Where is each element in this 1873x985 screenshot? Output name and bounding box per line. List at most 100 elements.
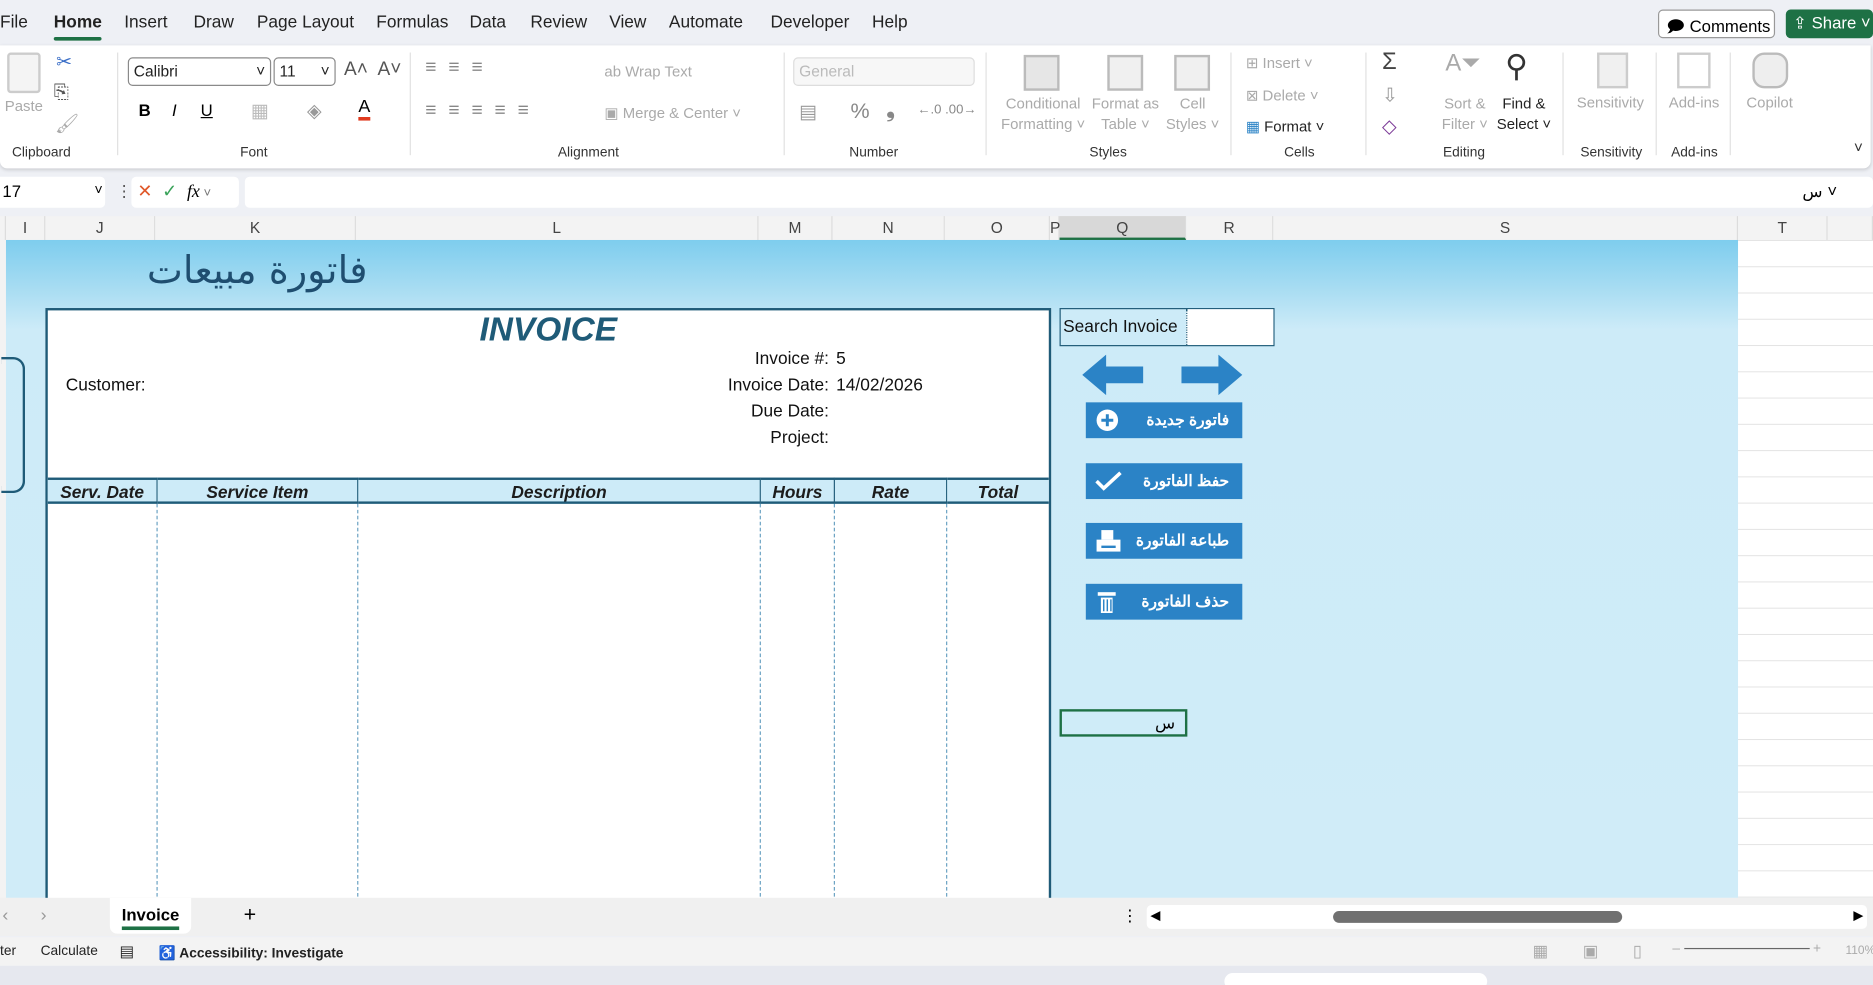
- save-invoice-button[interactable]: حفظ الفاتورة: [1085, 463, 1243, 500]
- grid-cells[interactable]: [1738, 239, 1873, 898]
- column-header-n[interactable]: N: [832, 216, 945, 240]
- insert-function-button[interactable]: fx: [187, 183, 200, 202]
- taskbar-search[interactable]: [1224, 973, 1488, 985]
- menu-file[interactable]: File: [0, 13, 28, 32]
- name-box[interactable]: 17 ˅: [0, 176, 106, 208]
- column-header-l[interactable]: L: [355, 216, 759, 240]
- borders-icon[interactable]: ▦: [251, 99, 269, 123]
- scroll-tabs-right-icon[interactable]: ›: [41, 905, 47, 925]
- column-header-k[interactable]: K: [155, 216, 356, 240]
- scroll-left-icon[interactable]: ◀: [1150, 907, 1160, 923]
- clear-icon[interactable]: ◇: [1382, 115, 1397, 139]
- horizontal-scrollbar[interactable]: ◀ ▶: [1146, 904, 1868, 929]
- paste-icon: [7, 52, 41, 94]
- format-painter-icon[interactable]: 🖌: [55, 112, 79, 136]
- enter-icon[interactable]: ✓: [162, 181, 177, 201]
- copy-icon[interactable]: ⎘: [54, 82, 69, 103]
- menu-view[interactable]: View: [609, 13, 646, 32]
- collapse-ribbon-icon[interactable]: ˅: [1854, 138, 1863, 156]
- column-header-o[interactable]: O: [944, 216, 1050, 240]
- column-header-r[interactable]: R: [1186, 216, 1274, 240]
- formula-input[interactable]: س ˅: [244, 176, 1873, 208]
- percent-button[interactable]: %: [850, 99, 869, 124]
- menu-data[interactable]: Data: [469, 13, 506, 32]
- zoom-slider[interactable]: – +: [1672, 942, 1833, 959]
- wrap-text-button[interactable]: ab Wrap Text: [604, 63, 691, 80]
- comments-button[interactable]: 🗩 Comments: [1657, 9, 1776, 39]
- font-color-icon[interactable]: A: [358, 97, 371, 121]
- cancel-icon[interactable]: ✕: [137, 181, 152, 201]
- share-button[interactable]: ⇪ Share ˅: [1785, 9, 1873, 39]
- accounting-icon[interactable]: ▤: [799, 100, 817, 124]
- font-size-select[interactable]: 11 ˅: [273, 57, 336, 86]
- accessibility-button[interactable]: ♿ Accessibility: Investigate: [159, 944, 344, 961]
- menu-draw[interactable]: Draw: [194, 13, 234, 32]
- page-break-view-icon[interactable]: ▯: [1633, 941, 1642, 961]
- print-invoice-button[interactable]: طباعة الفاتورة: [1085, 522, 1243, 559]
- conditional-formatting-button[interactable]: Conditional Formatting ˅: [1001, 94, 1085, 135]
- column-header-p[interactable]: P: [1049, 216, 1060, 240]
- merge-center-button[interactable]: ▣ Merge & Center ˅: [604, 104, 741, 122]
- sheet-tab-invoice[interactable]: Invoice: [109, 897, 192, 934]
- column-header-j[interactable]: J: [45, 216, 156, 240]
- previous-invoice-arrow-icon[interactable]: [1082, 354, 1144, 396]
- new-invoice-button[interactable]: فاتورة جديدة: [1085, 402, 1243, 439]
- sort-filter-button[interactable]: Sort & Filter ˅: [1442, 94, 1488, 135]
- menu-insert[interactable]: Insert: [124, 13, 167, 32]
- invoice-number-value[interactable]: 5: [836, 350, 846, 369]
- search-invoice-input[interactable]: [1186, 309, 1274, 346]
- increase-font-icon[interactable]: A˄: [344, 60, 368, 81]
- delete-cells-button[interactable]: ⊠ Delete ˅: [1246, 86, 1319, 104]
- calculate-button[interactable]: Calculate: [41, 944, 98, 958]
- insert-cells-button[interactable]: ⊞ Insert ˅: [1246, 54, 1313, 72]
- number-format-select[interactable]: General: [793, 57, 975, 86]
- copilot-button[interactable]: Copilot: [1746, 94, 1792, 111]
- invoice-date-value[interactable]: 14/02/2026: [836, 376, 923, 395]
- cell-styles-button[interactable]: Cell Styles ˅: [1166, 94, 1220, 135]
- decimal-icons[interactable]: ←.0 .00→: [917, 103, 976, 117]
- page-layout-view-icon[interactable]: ▣: [1583, 941, 1599, 961]
- italic-button[interactable]: I: [172, 100, 177, 119]
- column-header-q[interactable]: Q: [1059, 216, 1187, 240]
- bold-button[interactable]: B: [139, 100, 151, 119]
- more-options-icon[interactable]: ⋮: [1122, 906, 1139, 926]
- autosum-button[interactable]: Σ: [1382, 49, 1397, 76]
- find-select-button[interactable]: Find & Select ˅: [1497, 94, 1551, 135]
- fill-color-icon[interactable]: ◈: [307, 99, 322, 123]
- menu-help[interactable]: Help: [872, 13, 908, 32]
- vertical-align-icons[interactable]: ≡≡≡: [425, 57, 494, 78]
- menu-review[interactable]: Review: [530, 13, 587, 32]
- font-name-select[interactable]: Calibri ˅: [127, 57, 272, 86]
- decrease-font-icon[interactable]: A˅: [377, 60, 401, 81]
- column-header-s[interactable]: S: [1273, 216, 1739, 240]
- add-sheet-icon[interactable]: +: [244, 903, 257, 928]
- customer-label: Customer:: [65, 376, 146, 396]
- menu-page-layout[interactable]: Page Layout: [257, 13, 354, 32]
- underline-button[interactable]: U: [201, 100, 213, 119]
- column-header-m[interactable]: M: [758, 216, 833, 240]
- format-cells-button[interactable]: ▦ Format ˅: [1246, 117, 1324, 135]
- scroll-tabs-left-icon[interactable]: ‹: [2, 905, 8, 925]
- menu-developer[interactable]: Developer: [770, 13, 849, 32]
- menu-home[interactable]: Home: [53, 13, 103, 41]
- next-invoice-arrow-icon[interactable]: [1181, 354, 1243, 396]
- delete-invoice-button[interactable]: حذف الفاتورة: [1085, 583, 1243, 620]
- comma-icon[interactable]: ❟: [886, 98, 894, 123]
- addins-button[interactable]: Add-ins: [1669, 94, 1720, 111]
- menu-formulas[interactable]: Formulas: [376, 13, 448, 32]
- column-header-t[interactable]: T: [1738, 216, 1828, 240]
- active-cell[interactable]: س: [1059, 709, 1188, 737]
- column-header-i[interactable]: I: [5, 216, 46, 240]
- menu-automate[interactable]: Automate: [669, 13, 743, 32]
- horizontal-align-icons[interactable]: ≡≡≡≡≡: [425, 100, 540, 121]
- format-as-table-button[interactable]: Format as Table ˅: [1092, 94, 1159, 135]
- cut-icon[interactable]: ✂: [56, 50, 72, 74]
- scrollbar-thumb[interactable]: [1333, 910, 1623, 923]
- paste-button[interactable]: Paste: [5, 98, 43, 115]
- scroll-right-icon[interactable]: ▶: [1853, 907, 1863, 923]
- normal-view-icon[interactable]: ▦: [1533, 941, 1549, 961]
- sensitivity-button[interactable]: Sensitivity: [1577, 94, 1644, 111]
- workbook-stats-icon[interactable]: ▤: [119, 942, 134, 961]
- fill-icon[interactable]: ⇩: [1382, 84, 1398, 108]
- zoom-level[interactable]: 110%: [1846, 944, 1873, 957]
